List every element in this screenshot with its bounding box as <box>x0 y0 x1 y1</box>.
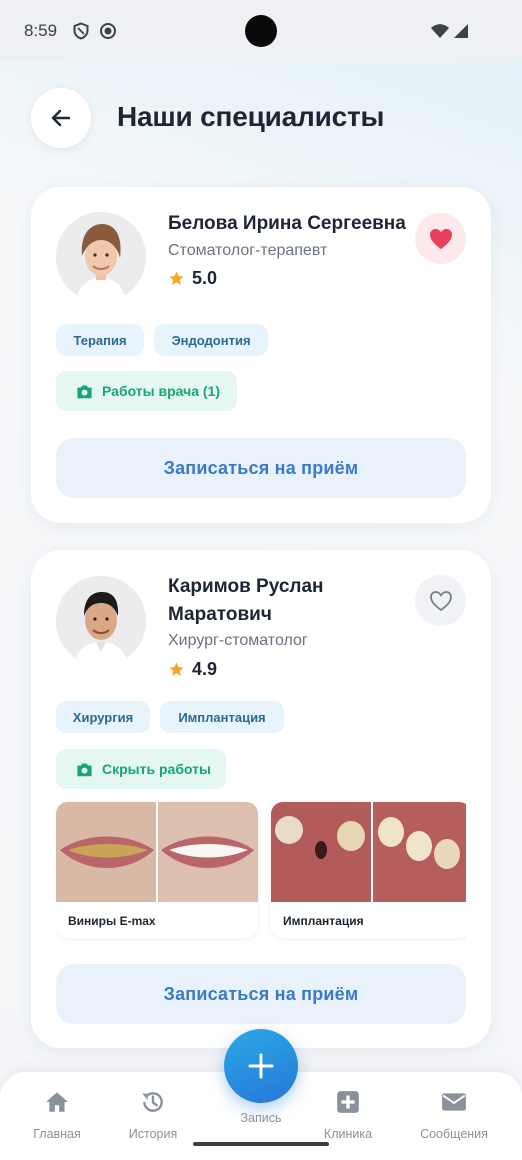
camera-icon <box>77 384 92 398</box>
works-gallery[interactable]: Виниры E-max Имплантация <box>56 550 466 950</box>
face-icon <box>100 23 116 39</box>
star-icon <box>169 271 184 285</box>
work-label: Имплантация <box>283 914 364 928</box>
add-appointment-button[interactable] <box>224 1029 298 1103</box>
nav-label: Запись <box>240 1111 282 1125</box>
doctor-name: Белова Ирина Сергеевна <box>168 213 406 234</box>
arrow-left-icon <box>51 109 71 127</box>
camera-cutout <box>245 15 277 47</box>
history-icon <box>142 1092 163 1112</box>
doctor-card: Каримов Руслан Маратович Хирург-стоматол… <box>31 550 491 1048</box>
status-bar: 8:59 <box>0 0 522 62</box>
plus-icon <box>248 1053 274 1079</box>
heart-filled-icon <box>429 228 452 249</box>
signal-icon <box>454 24 468 38</box>
before-after-image <box>56 802 258 902</box>
nav-item-home[interactable]: Главная <box>7 1089 107 1143</box>
shield-icon <box>73 22 89 40</box>
favorite-button[interactable] <box>415 213 466 264</box>
page-title: Наши специалисты <box>117 101 385 132</box>
wifi-icon <box>431 24 449 38</box>
work-label: Виниры E-max <box>68 914 156 928</box>
nav-label: Главная <box>33 1127 81 1141</box>
book-appointment-button[interactable]: Записаться на приём <box>56 964 466 1024</box>
rating: 5.0 <box>168 268 217 289</box>
clinic-icon <box>337 1091 359 1113</box>
book-appointment-button[interactable]: Записаться на приём <box>56 438 466 498</box>
rating-value: 5.0 <box>192 268 218 288</box>
nav-label: Клиника <box>323 1127 373 1141</box>
nav-item-messages[interactable]: Сообщения <box>404 1089 504 1143</box>
nav-item-clinic[interactable]: Клиника <box>298 1089 398 1143</box>
nav-item-history[interactable]: История <box>103 1089 203 1143</box>
specialty-tag: Терапия <box>56 324 144 356</box>
work-card[interactable]: Виниры E-max <box>56 802 258 938</box>
home-icon <box>46 1092 68 1112</box>
work-card[interactable]: Имплантация <box>271 802 466 938</box>
mail-icon <box>442 1093 466 1111</box>
doctor-role: Стоматолог-терапевт <box>168 242 328 259</box>
works-toggle-label: Работы врача (1) <box>102 383 221 399</box>
nav-label: Сообщения <box>420 1127 488 1141</box>
doctor-card: Белова Ирина Сергеевна Стоматолог-терапе… <box>31 187 491 523</box>
nav-label: История <box>128 1127 178 1141</box>
specialty-tag: Эндодонтия <box>154 324 268 356</box>
avatar <box>56 212 146 302</box>
back-button[interactable] <box>31 88 91 148</box>
status-time: 8:59 <box>24 21 58 40</box>
works-toggle-button[interactable]: Работы врача (1) <box>56 371 237 411</box>
before-after-image <box>271 802 466 902</box>
home-indicator <box>193 1142 329 1146</box>
